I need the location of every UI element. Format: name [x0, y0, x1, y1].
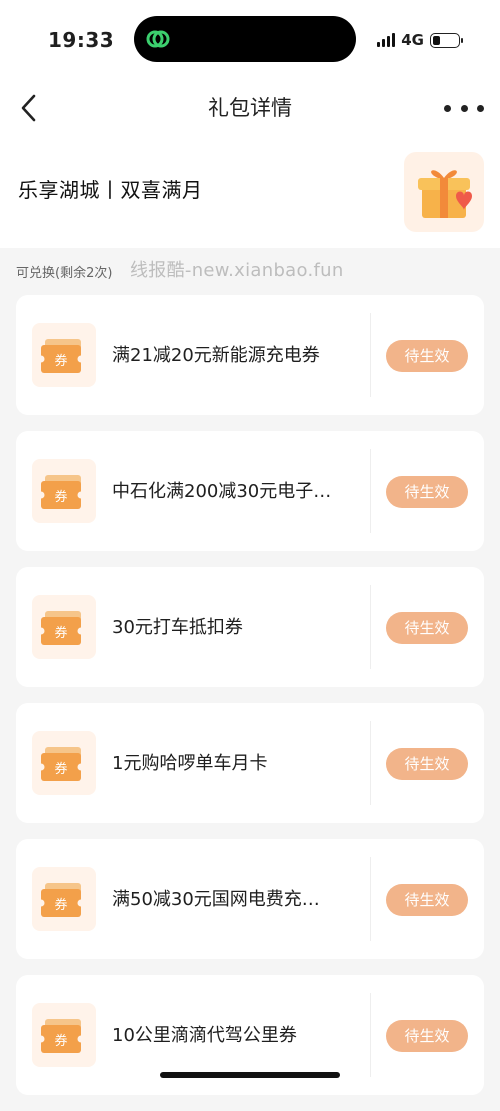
coupon-label: 满21减20元新能源充电券: [112, 345, 320, 366]
coupon-status-button[interactable]: 待生效: [386, 340, 468, 372]
status-time: 19:33: [48, 28, 115, 52]
coupon-ticket-icon: 券: [32, 459, 96, 523]
coupon-label: 中石化满200减30元电子…: [112, 481, 332, 502]
coupon-status-button[interactable]: 待生效: [386, 1020, 468, 1052]
coupon-card[interactable]: 券 满50减30元国网电费充… 待生效: [16, 839, 484, 959]
network-type: 4G: [401, 31, 424, 49]
svg-text:券: 券: [54, 625, 67, 641]
watermark-text: 线报酷-new.xianbao.fun: [130, 260, 344, 281]
coupon-label: 满50减30元国网电费充…: [112, 889, 320, 910]
coupon-label: 10公里滴滴代驾公里券: [112, 1025, 297, 1046]
app-link-icon: [146, 30, 170, 48]
svg-text:券: 券: [54, 489, 67, 505]
svg-text:券: 券: [54, 897, 67, 913]
header-area: 19:33 4G 礼包详情 乐享湖城丨双喜满月: [0, 0, 500, 248]
coupon-ticket-icon: 券: [32, 323, 96, 387]
coupon-ticket-icon: 券: [32, 595, 96, 659]
svg-text:券: 券: [54, 761, 67, 777]
card-divider: [370, 857, 371, 941]
card-divider: [370, 721, 371, 805]
battery-level: [433, 35, 441, 45]
coupon-card[interactable]: 券 满21减20元新能源充电券 待生效: [16, 295, 484, 415]
remaining-row: 可兑换(剩余2次) 线报酷-new.xianbao.fun: [0, 248, 500, 294]
coupon-label: 30元打车抵扣券: [112, 617, 243, 638]
gift-icon: [418, 170, 472, 218]
gift-box-image: [404, 152, 484, 232]
package-title: 乐享湖城丨双喜满月: [18, 178, 203, 202]
status-indicators: 4G: [377, 31, 463, 49]
coupon-list: 券 满21减20元新能源充电券 待生效 券 中石化满200减30元电子… 待生效: [16, 295, 484, 1111]
dynamic-island: [134, 16, 356, 62]
coupon-status-button[interactable]: 待生效: [386, 884, 468, 916]
more-options-icon[interactable]: [444, 96, 484, 120]
home-indicator: [160, 1072, 340, 1078]
svg-text:券: 券: [54, 1033, 67, 1049]
coupon-ticket-icon: 券: [32, 867, 96, 931]
card-divider: [370, 585, 371, 669]
battery-icon: [430, 32, 463, 48]
coupon-card[interactable]: 券 中石化满200减30元电子… 待生效: [16, 431, 484, 551]
nav-bar: 礼包详情: [0, 80, 500, 136]
page-title: 礼包详情: [208, 96, 292, 120]
coupon-status-button[interactable]: 待生效: [386, 612, 468, 644]
card-divider: [370, 313, 371, 397]
coupon-card[interactable]: 券 30元打车抵扣券 待生效: [16, 567, 484, 687]
coupon-card[interactable]: 券 1元购哈啰单车月卡 待生效: [16, 703, 484, 823]
cellular-signal-icon: [377, 33, 396, 47]
coupon-ticket-icon: 券: [32, 731, 96, 795]
coupon-status-button[interactable]: 待生效: [386, 748, 468, 780]
coupon-ticket-icon: 券: [32, 1003, 96, 1067]
status-bar: 19:33 4G: [0, 0, 500, 80]
card-divider: [370, 449, 371, 533]
coupon-status-button[interactable]: 待生效: [386, 476, 468, 508]
card-divider: [370, 993, 371, 1077]
coupon-label: 1元购哈啰单车月卡: [112, 753, 268, 774]
remaining-count: 可兑换(剩余2次): [16, 266, 113, 281]
svg-text:券: 券: [54, 353, 67, 369]
